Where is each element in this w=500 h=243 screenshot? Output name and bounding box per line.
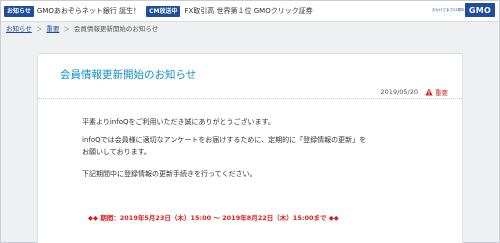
title-divider [38, 98, 462, 99]
notice-paragraph-2-line-2: お願いしております。 [82, 148, 151, 156]
cm-tag: CM放送中 [146, 5, 181, 17]
notice-paragraph-3: 下記期間中に登録情報の更新手続きを行ってください。 [82, 170, 257, 178]
logo-badge: GMO [465, 3, 495, 17]
notice-meta: 2019/05/20 重要 [381, 87, 448, 97]
gmo-logo[interactable]: おかげさまで23周年 GMO [432, 3, 495, 17]
page: お知らせ GMOあおぞらネット銀行 誕生！ CM放送中 FX取引高 世界第１位 … [0, 0, 500, 243]
importance-label: 重要 [435, 89, 448, 97]
cm-link[interactable]: FX取引高 世界第１位 GMOクリック証券 [184, 6, 312, 16]
notice-paragraph-2-line-1: infoQでは会員様に適切なアンケートをお届けするために、定期的に「登録情報の更… [82, 136, 367, 144]
news-tag: お知らせ [4, 5, 34, 17]
news-link[interactable]: GMOあおぞらネット銀行 誕生！ [37, 6, 140, 16]
logo-tagline: おかげさまで23周年 [432, 8, 465, 12]
breadcrumb-current: 会員情報更新開始のお知らせ [73, 25, 159, 33]
breadcrumb-important[interactable]: 重要 [46, 23, 59, 33]
breadcrumb-separator: ＞ [63, 25, 70, 33]
notice-card: 会員情報更新開始のお知らせ 2019/05/20 重要 平素よりinfoQをご利… [37, 53, 463, 243]
breadcrumb-separator: ＞ [35, 25, 43, 33]
notice-period: ◆◆ 期間：2019年5月23日（木）15:00 ～ 2019年8月22日（木）… [88, 214, 339, 222]
top-bar: お知らせ GMOあおぞらネット銀行 誕生！ CM放送中 FX取引高 世界第１位 … [1, 1, 499, 22]
breadcrumb-news[interactable]: お知らせ [6, 23, 32, 33]
notice-date: 2019/05/20 [380, 88, 418, 96]
breadcrumb: お知らせ ＞ 重要 ＞ 会員情報更新開始のお知らせ [6, 23, 158, 33]
notice-title: 会員情報更新開始のお知らせ [60, 69, 197, 81]
warning-icon [425, 88, 433, 96]
notice-paragraph-1: 平素よりinfoQをご利用いただき誠にありがとうございます。 [82, 118, 275, 126]
